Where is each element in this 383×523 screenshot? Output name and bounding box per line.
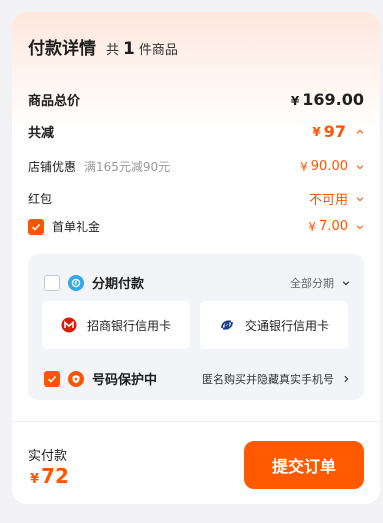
bank-option-cmb[interactable]: 招商银行信用卡 — [42, 301, 190, 349]
privacy-label: 号码保护中 — [92, 373, 158, 388]
installment-label: 分期付款 — [92, 277, 145, 292]
red-packet-value[interactable]: 不可用 — [309, 189, 364, 208]
payment-options-panel: 分期付款 全部分期 招商银行信用卡 交通银行信用卡 号码保护中 匿名购买并隐藏真… — [28, 254, 364, 400]
checkmark-icon — [31, 223, 41, 231]
total-discount-amount: 97 — [323, 122, 346, 141]
installment-option-select[interactable]: 全部分期 — [290, 275, 350, 291]
currency-symbol: ¥ — [300, 159, 308, 174]
installment-icon — [68, 274, 84, 291]
currency-symbol: ¥ — [308, 219, 317, 234]
red-packet-status: 不可用 — [308, 193, 348, 208]
bank-name: 交通银行信用卡 — [244, 318, 329, 333]
shield-icon — [68, 370, 84, 387]
cmb-bank-icon — [61, 317, 77, 333]
payment-header: 付款详情 共 1 件商品 — [28, 34, 178, 59]
red-packet-row[interactable]: 红包 不可用 — [28, 189, 364, 208]
total-price-value: ¥169.00 — [291, 90, 364, 109]
shop-discount-note: 满165元减90元 — [84, 160, 171, 174]
first-order-gift-checkbox[interactable] — [28, 218, 44, 235]
checkmark-icon — [47, 375, 57, 383]
chevron-down-icon — [356, 224, 364, 229]
installment-checkbox[interactable] — [44, 274, 60, 291]
payment-details-card: 付款详情 共 1 件商品 商品总价 ¥169.00 共减 ¥97 店铺优惠 满1… — [12, 12, 380, 504]
total-discount-row[interactable]: 共减 ¥97 — [28, 122, 364, 141]
chevron-right-icon — [344, 375, 349, 382]
header-gradient — [12, 12, 380, 132]
item-count-prefix: 共 — [106, 43, 120, 58]
first-order-gift-value[interactable]: ¥7.00 — [308, 219, 364, 234]
currency-symbol: ¥ — [312, 124, 321, 139]
first-order-gift-row[interactable]: 首单礼金 ¥7.00 — [28, 218, 364, 235]
bank-name: 招商银行信用卡 — [86, 318, 171, 333]
installment-option-label: 全部分期 — [290, 276, 334, 290]
shop-discount-value[interactable]: ¥90.00 — [300, 159, 364, 174]
item-count-suffix: 件商品 — [138, 43, 178, 58]
shop-discount-amount: 90.00 — [310, 159, 348, 174]
total-price-amount: 169.00 — [302, 90, 364, 109]
privacy-detail-link[interactable]: 匿名购买并隐藏真实手机号 — [202, 371, 350, 387]
chevron-down-icon — [356, 196, 364, 201]
currency-symbol: ¥ — [30, 472, 40, 487]
privacy-checkbox[interactable] — [44, 370, 60, 387]
bank-option-bocom[interactable]: 交通银行信用卡 — [200, 301, 348, 349]
submit-order-button[interactable]: 提交订单 — [244, 441, 364, 489]
shop-discount-row[interactable]: 店铺优惠 满165元减90元 ¥90.00 — [28, 158, 364, 175]
privacy-detail-text: 匿名购买并隐藏真实手机号 — [202, 372, 334, 386]
first-order-gift-label: 首单礼金 — [52, 220, 101, 234]
currency-symbol: ¥ — [290, 94, 300, 108]
red-packet-label: 红包 — [28, 192, 53, 206]
page-title: 付款详情 — [28, 39, 96, 59]
chevron-down-icon — [356, 164, 364, 169]
bocom-bank-icon — [221, 320, 233, 330]
item-count: 1 — [123, 39, 135, 59]
chevron-down-icon — [342, 280, 350, 285]
total-price-row: 商品总价 ¥169.00 — [28, 90, 364, 109]
total-price-label: 商品总价 — [28, 94, 81, 109]
actual-payment-label: 实付款 — [28, 449, 68, 464]
shop-discount-label: 店铺优惠 — [28, 160, 77, 174]
footer-divider — [12, 421, 380, 422]
total-discount-value[interactable]: ¥97 — [312, 122, 364, 141]
total-discount-label: 共减 — [28, 126, 55, 141]
privacy-protection-row[interactable]: 号码保护中 匿名购买并隐藏真实手机号 — [44, 369, 350, 388]
chevron-up-icon — [356, 129, 364, 134]
installment-row[interactable]: 分期付款 全部分期 — [44, 273, 350, 292]
actual-payment-amount: 72 — [41, 464, 69, 488]
first-order-gift-amount: 7.00 — [319, 219, 348, 234]
actual-payment-value: ¥72 — [30, 464, 69, 488]
